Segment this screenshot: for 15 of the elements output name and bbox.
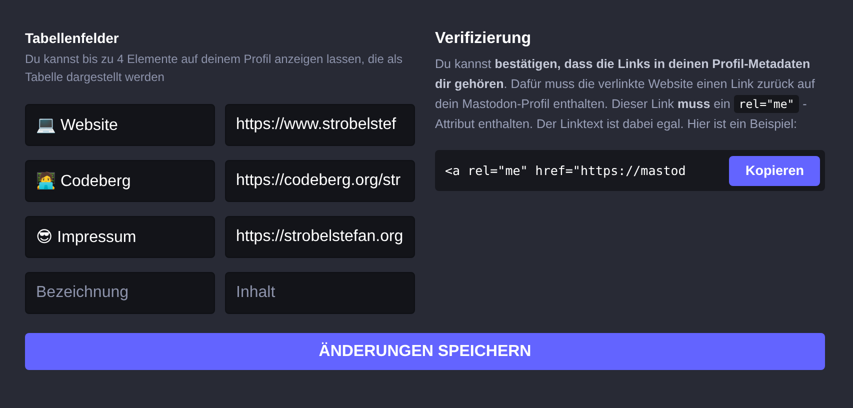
section-title: Tabellenfelder — [25, 30, 120, 46]
verification-text: Du kannst bestätigen, dass die Links in deinen Profil-Metadaten dir gehören. Dafür muss die verlinkte Website einen Link zurück auf dein Mastodon-Profil enthalten. Dieser Link muss ein rel="me" -Attribut enthalten. Der Linktext ist dabei egal. Hier ist ein Beispiel: — [435, 56, 816, 133]
content-field[interactable]: https://strobelstefan.org — [225, 216, 415, 258]
copy-button[interactable]: Kopieren — [729, 156, 820, 186]
content-field[interactable]: https://www.strobelstef — [225, 104, 415, 146]
section-title: Verifizierung — [435, 30, 532, 48]
label-field[interactable]: 😎 Impressum — [25, 216, 215, 258]
save-button[interactable]: ÄNDERUNGEN SPEICHERN — [25, 333, 825, 370]
example-code: <a rel="me" href="https://mastod — [445, 163, 686, 178]
content-field[interactable]: Inhalt — [225, 272, 415, 314]
content-field[interactable]: https://codeberg.org/str — [225, 160, 415, 202]
section-hint: Du kannst bis zu 4 Elemente auf deinem Profil anzeigen lassen, die als Tabelle dargestellt werden — [25, 51, 404, 86]
label-field[interactable]: Bezeichnung — [25, 272, 215, 314]
label-field[interactable]: 🧑‍💻 Codeberg — [25, 160, 215, 202]
label-field[interactable]: 💻 Website — [25, 104, 215, 146]
